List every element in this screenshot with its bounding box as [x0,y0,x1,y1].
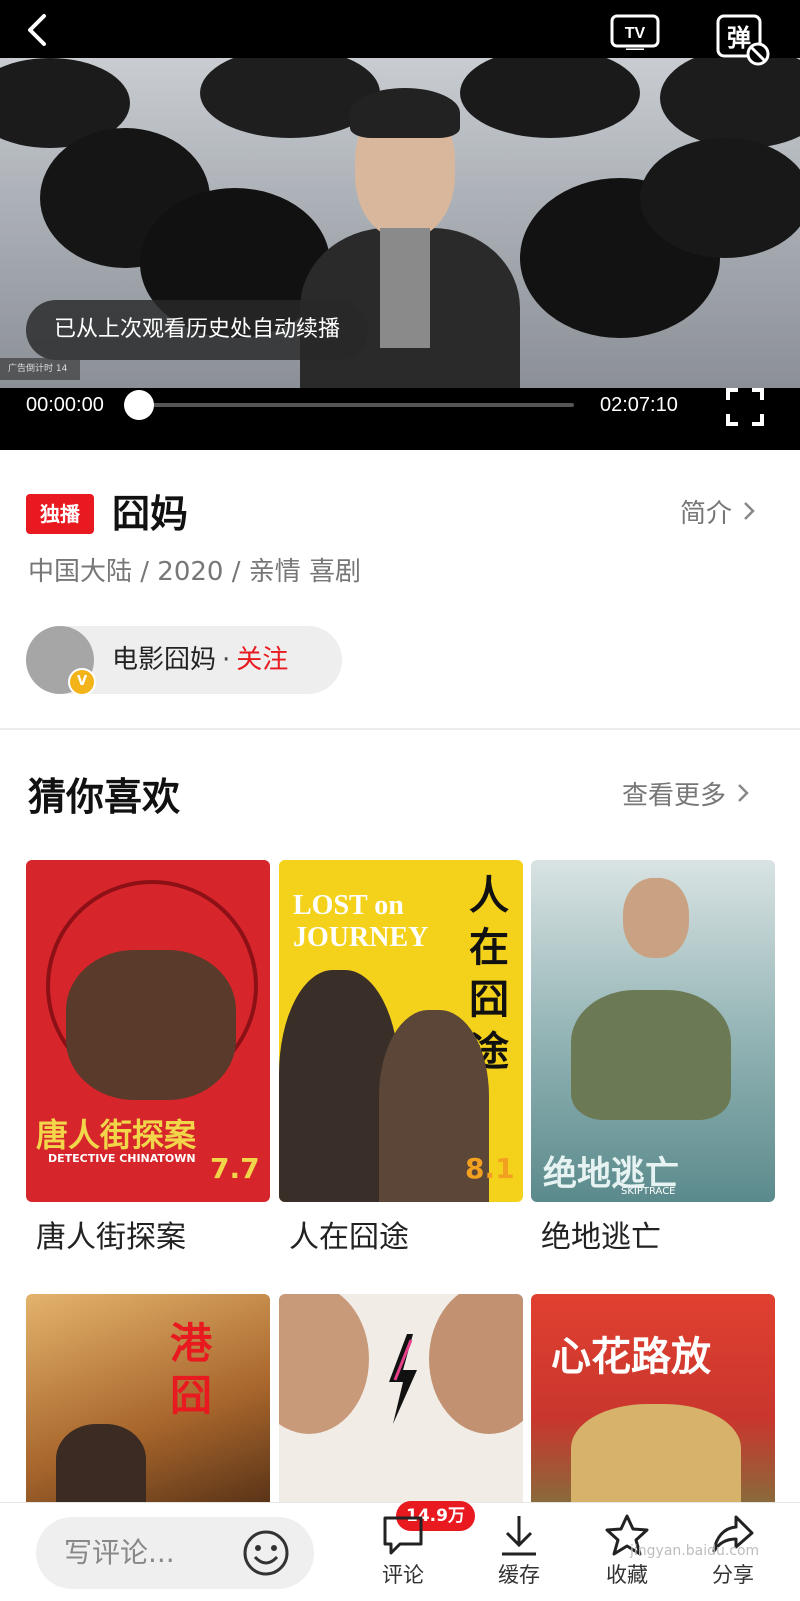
comment-button[interactable]: 评论 [358,1509,448,1599]
lightning-icon [389,1334,417,1424]
poster-subtitle: SKIPTRACE [621,1186,676,1197]
player-top-bar: TV 弹 [0,0,800,66]
poster-face [429,1294,523,1434]
comment-icon [383,1516,423,1555]
channel-name: 电影囧妈 · 关注 [112,626,288,694]
danmu-off-icon[interactable]: 弹 [716,14,770,66]
comment-placeholder: 写评论... [64,1536,175,1569]
resume-toast: 已从上次观看历史处自动续播 [26,300,369,360]
poster-island [571,990,731,1120]
download-icon [502,1516,536,1556]
poster-title[interactable]: 唐人街探案 [36,1216,186,1260]
poster-subtitle: DETECTIVE CHINATOWN [48,1152,196,1165]
hat-shape [660,58,800,148]
tv-cast-icon[interactable]: TV [610,14,660,50]
comment-label: 评论 [382,1563,424,1587]
seek-bar[interactable] [138,403,574,407]
seek-thumb[interactable] [124,390,154,420]
total-duration: 02:07:10 [600,394,678,416]
section-divider [0,728,800,730]
ad-countdown: 广告倒计时 14 [0,358,80,380]
player-controls: 00:00:00 02:07:10 [0,388,800,450]
chevron-right-icon [744,502,755,520]
poster-card[interactable]: 心花路放 [531,1294,775,1502]
poster-card[interactable] [279,1294,523,1502]
section-title: 猜你喜欢 [28,775,181,819]
poster-card[interactable]: 港囧 [26,1294,270,1502]
poster-figures [66,950,236,1100]
download-button[interactable]: 缓存 [474,1509,564,1599]
watermark: jingyan.baidu.com [630,1543,760,1559]
video-title: 囧妈 [112,492,189,536]
poster-title[interactable]: 绝地逃亡 [541,1216,661,1260]
poster-logo-text: 唐人街探案 [36,1116,197,1154]
emoji-icon[interactable] [242,1529,290,1577]
download-label: 缓存 [498,1563,540,1587]
danmu-label: 弹 [727,24,751,52]
poster-card[interactable]: LOST on JOURNEY 人在囧途 8.1 [279,860,523,1202]
share-label: 分享 [712,1563,754,1587]
poster-logo-text: 心花路放 [551,1334,711,1380]
current-time: 00:00:00 [26,394,104,416]
chevron-right-icon [738,784,749,802]
actor-sweater [380,228,430,348]
bottom-action-bar: 写评论... 14.9万 评论 缓存 收藏 分享 jingyan.baidu.c… [0,1501,800,1601]
poster-card[interactable]: 绝地逃亡 SKIPTRACE [531,860,775,1202]
favorite-label: 收藏 [606,1563,648,1587]
follow-pill[interactable]: V 电影囧妈 · 关注 [26,626,342,696]
intro-label: 简介 [680,499,733,529]
poster-title[interactable]: 人在囧途 [289,1216,409,1260]
intro-link[interactable]: 简介 [680,494,756,534]
see-more-link[interactable]: 查看更多 [622,776,750,816]
poster-date: 7.7 [210,1152,260,1185]
tv-label: TV [625,25,646,42]
follow-button[interactable]: 关注 [236,645,288,675]
poster-logo-text: 港囧 [170,1319,213,1420]
verified-badge: V [68,668,96,696]
separator-dot: · [222,645,231,675]
poster-card[interactable]: 唐人街探案 DETECTIVE CHINATOWN 7.7 [26,860,270,1202]
exclusive-badge: 独播 [26,494,94,534]
channel-name-text: 电影囧妈 [112,645,217,675]
comment-input[interactable]: 写评论... [36,1517,314,1589]
poster-figure [56,1424,146,1502]
video-meta: 中国大陆 / 2020 / 亲情 喜剧 [28,557,362,587]
poster-face [623,878,689,958]
poster-logo-text: LOST on JOURNEY [293,890,429,953]
see-more-label: 查看更多 [622,781,727,811]
hat-shape [640,138,800,258]
actor-hair [350,88,460,138]
poster-date: 8.1 [465,1152,515,1185]
poster-face [279,1294,369,1434]
fullscreen-icon[interactable] [724,386,766,428]
poster-figures [571,1404,741,1502]
back-arrow-icon[interactable] [18,10,58,50]
hat-shape [460,58,640,138]
video-player[interactable]: TV 弹 已从上次观看历史处自动续播 广告倒计时 14 00:00:00 02:… [0,0,800,450]
